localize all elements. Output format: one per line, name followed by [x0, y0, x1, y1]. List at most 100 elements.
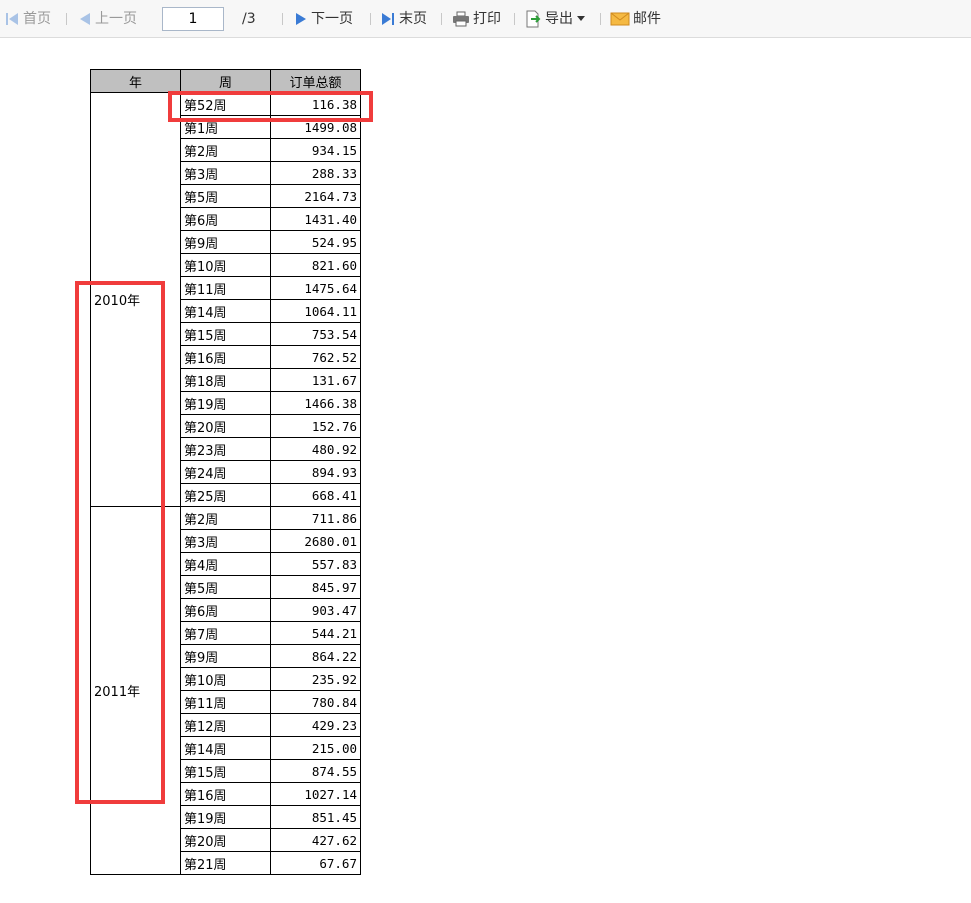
week-cell: 第4周 — [180, 552, 271, 576]
next-page-button[interactable]: 下一页 — [294, 9, 353, 29]
week-cell: 第6周 — [180, 207, 271, 231]
mail-icon — [610, 12, 630, 26]
week-cell: 第12周 — [180, 713, 271, 737]
last-page-button[interactable]: 末页 — [380, 9, 427, 29]
week-cell: 第24周 — [180, 460, 271, 484]
order-total-cell: 1499.08 — [270, 115, 361, 139]
toolbar-divider — [370, 13, 371, 25]
order-total-cell: 152.76 — [270, 414, 361, 438]
prev-page-icon — [80, 13, 90, 25]
week-cell: 第16周 — [180, 782, 271, 806]
order-total-cell: 780.84 — [270, 690, 361, 714]
week-cell: 第3周 — [180, 529, 271, 553]
table-row: 2011年 第2周 711.86 — [90, 506, 361, 875]
next-page-label: 下一页 — [311, 11, 353, 27]
total-pages-text: /3 — [242, 11, 256, 27]
order-total-table: 年 周 订单总额 2010年 第52周 116.38 第1周 1499.08 第2周 934… — [90, 69, 361, 875]
order-total-cell: 427.62 — [270, 828, 361, 852]
week-cell: 第15周 — [180, 322, 271, 346]
week-cell: 第15周 — [180, 759, 271, 783]
order-total-cell: 288.33 — [270, 161, 361, 185]
order-total-cell: 557.83 — [270, 552, 361, 576]
printer-icon — [453, 11, 469, 27]
order-total-cell: 821.60 — [270, 253, 361, 277]
prev-page-button[interactable]: 上一页 — [78, 9, 137, 29]
first-page-button[interactable]: 首页 — [4, 9, 51, 29]
order-total-cell: 1431.40 — [270, 207, 361, 231]
week-cell: 第19周 — [180, 391, 271, 415]
week-cell: 第9周 — [180, 644, 271, 668]
toolbar-divider — [514, 13, 515, 25]
year-cell: 2010年 — [90, 92, 181, 507]
last-page-label: 末页 — [399, 11, 427, 27]
export-icon — [526, 10, 541, 28]
toolbar-divider — [600, 13, 601, 25]
first-page-label: 首页 — [23, 11, 51, 27]
table-header-row: 年 周 订单总额 — [90, 69, 361, 93]
week-cell: 第14周 — [180, 299, 271, 323]
year-cell: 2011年 — [90, 506, 181, 875]
week-cell: 第25周 — [180, 483, 271, 507]
week-cell: 第7周 — [180, 621, 271, 645]
week-cell: 第6周 — [180, 598, 271, 622]
last-page-icon — [382, 13, 394, 25]
order-total-cell: 864.22 — [270, 644, 361, 668]
report-area: 年 周 订单总额 2010年 第52周 116.38 第1周 1499.08 第2周 934… — [90, 69, 361, 875]
print-label: 打印 — [473, 11, 501, 27]
week-cell: 第16周 — [180, 345, 271, 369]
order-total-cell: 1475.64 — [270, 276, 361, 300]
column-header-week: 周 — [180, 69, 271, 93]
week-cell: 第20周 — [180, 828, 271, 852]
order-total-cell: 429.23 — [270, 713, 361, 737]
week-cell: 第21周 — [180, 851, 271, 875]
week-cell: 第5周 — [180, 184, 271, 208]
order-total-cell: 668.41 — [270, 483, 361, 507]
order-total-cell: 1027.14 — [270, 782, 361, 806]
order-total-cell: 711.86 — [270, 506, 361, 530]
column-header-order-total: 订单总额 — [270, 69, 361, 93]
order-total-cell: 845.97 — [270, 575, 361, 599]
order-total-cell: 934.15 — [270, 138, 361, 162]
week-cell: 第3周 — [180, 161, 271, 185]
week-cell: 第20周 — [180, 414, 271, 438]
week-cell: 第9周 — [180, 230, 271, 254]
page-number-input[interactable] — [162, 7, 224, 31]
week-cell: 第1周 — [180, 115, 271, 139]
order-total-cell: 874.55 — [270, 759, 361, 783]
order-total-cell: 1466.38 — [270, 391, 361, 415]
order-total-cell: 480.92 — [270, 437, 361, 461]
column-header-year: 年 — [90, 69, 181, 93]
toolbar-divider — [66, 13, 67, 25]
week-cell: 第14周 — [180, 736, 271, 760]
order-total-cell: 762.52 — [270, 345, 361, 369]
order-total-cell: 894.93 — [270, 460, 361, 484]
next-page-icon — [296, 13, 306, 25]
week-cell: 第10周 — [180, 667, 271, 691]
toolbar-divider — [282, 13, 283, 25]
order-total-cell: 544.21 — [270, 621, 361, 645]
order-total-cell: 215.00 — [270, 736, 361, 760]
week-cell: 第2周 — [180, 138, 271, 162]
order-total-cell: 131.67 — [270, 368, 361, 392]
mail-label: 邮件 — [633, 11, 661, 27]
order-total-cell: 116.38 — [270, 92, 361, 116]
week-cell: 第52周 — [180, 92, 271, 116]
first-page-icon — [6, 13, 18, 25]
order-total-cell: 903.47 — [270, 598, 361, 622]
mail-button[interactable]: 邮件 — [610, 9, 661, 29]
week-cell: 第2周 — [180, 506, 271, 530]
report-toolbar: 首页 上一页 /3 下一页 末页 打印 导出 邮件 — [0, 0, 971, 38]
print-button[interactable]: 打印 — [452, 9, 501, 29]
toolbar-divider — [441, 13, 442, 25]
week-cell: 第11周 — [180, 690, 271, 714]
order-total-cell: 2164.73 — [270, 184, 361, 208]
table-row: 2010年 第52周 116.38 — [90, 92, 361, 507]
order-total-cell: 67.67 — [270, 851, 361, 875]
week-cell: 第5周 — [180, 575, 271, 599]
order-total-cell: 235.92 — [270, 667, 361, 691]
export-label: 导出 — [545, 11, 573, 27]
order-total-cell: 753.54 — [270, 322, 361, 346]
prev-page-label: 上一页 — [95, 11, 137, 27]
export-button[interactable]: 导出 — [524, 9, 585, 29]
order-total-cell: 524.95 — [270, 230, 361, 254]
